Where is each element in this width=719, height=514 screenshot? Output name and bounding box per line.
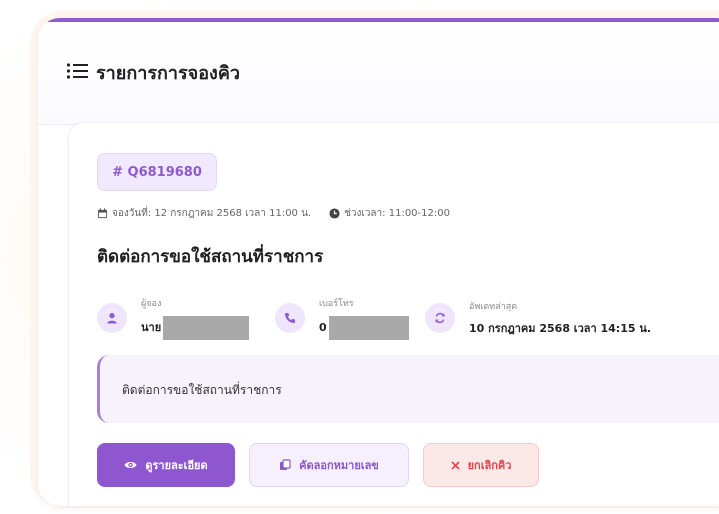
updated-value: 10 กรกฎาคม 2568 เวลา 14:15 น. — [469, 322, 652, 335]
copy-number-label: คัดลอกหมายเลข — [299, 459, 379, 472]
phone-icon — [275, 303, 305, 333]
view-details-button[interactable]: ดูรายละเอียด — [97, 443, 235, 487]
booking-date: จองวันที่: 12 กรกฎาคม 2568 เวลา 11:00 น. — [112, 207, 312, 219]
time-slot: ช่วงเวลา: 11:00-12:00 — [344, 207, 450, 219]
booking-code-badge[interactable]: # Q6819680 — [97, 153, 217, 191]
eye-icon — [124, 460, 137, 470]
page-title: รายการการจองคิว — [96, 63, 240, 84]
copy-number-button[interactable]: คัดลอกหมายเลข — [249, 443, 409, 487]
copy-icon — [279, 459, 291, 471]
phone-label: เบอร์โทร — [319, 299, 354, 309]
updated-label: อัพเดทล่าสุด — [469, 302, 518, 312]
note-text: ติดต่อการขอใช้สถานที่ราชการ — [122, 383, 282, 397]
booker-name: นาย — [141, 321, 162, 334]
phone-number: 0 — [319, 321, 327, 334]
redacted-name — [163, 316, 250, 340]
booking-item: # Q6819680 จองวันที่: 12 กรกฎาคม 2568 เว… — [68, 122, 719, 506]
cancel-queue-label: ยกเลิกคิว — [467, 459, 512, 472]
refresh-icon — [425, 303, 455, 333]
view-details-label: ดูรายละเอียด — [145, 459, 208, 472]
calendar-icon — [97, 207, 108, 218]
booking-title: ติดต่อการขอใช้สถานที่ราชการ — [97, 247, 324, 267]
booking-note: ติดต่อการขอใช้สถานที่ราชการ — [97, 355, 719, 423]
clock-icon — [329, 207, 340, 219]
phone-info: เบอร์โทร 0 — [275, 295, 409, 341]
booking-meta: จองวันที่: 12 กรกฎาคม 2568 เวลา 11:00 น.… — [97, 206, 450, 220]
booker-label: ผู้จอง — [141, 299, 162, 309]
redacted-phone — [328, 316, 409, 340]
list-icon — [66, 63, 88, 79]
booker-info: ผู้จอง นาย — [97, 295, 250, 341]
close-icon — [451, 460, 460, 470]
booking-list-card: รายการการจองคิว # Q6819680 จองวันที่: 12… — [38, 18, 719, 506]
cancel-queue-button[interactable]: ยกเลิกคิว — [423, 443, 539, 487]
user-icon — [97, 303, 127, 333]
updated-info: อัพเดทล่าสุด 10 กรกฎาคม 2568 เวลา 14:15 … — [425, 295, 651, 341]
card-header: รายการการจองคิว — [38, 22, 719, 125]
